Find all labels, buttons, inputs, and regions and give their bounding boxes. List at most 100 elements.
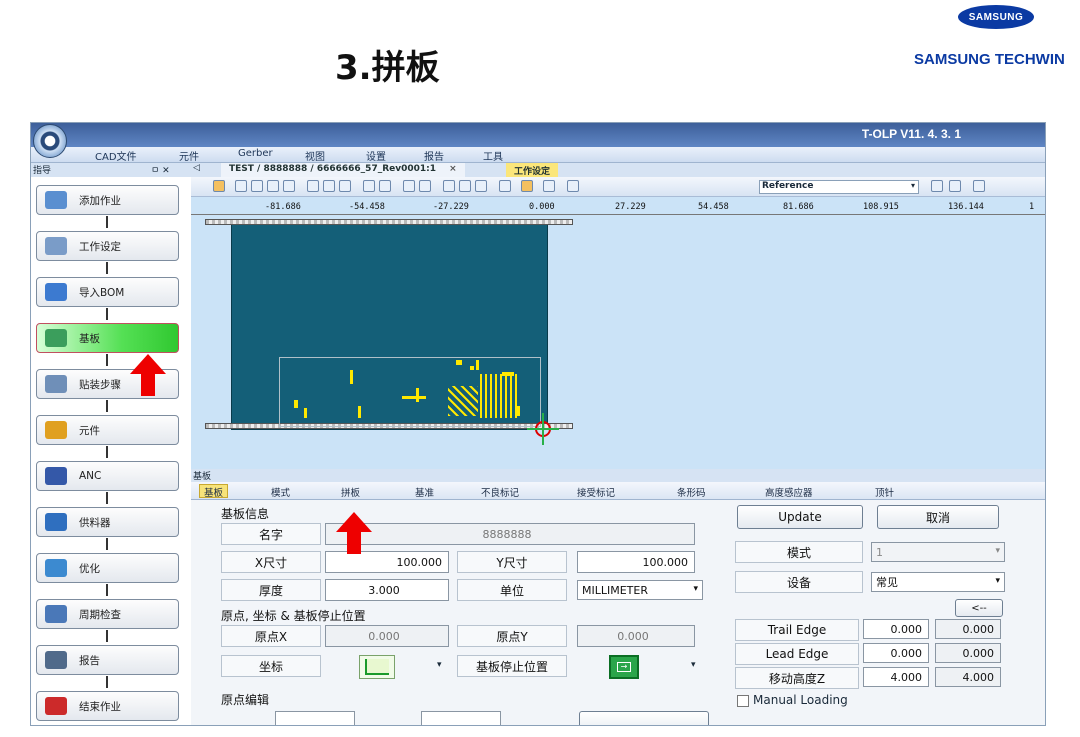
tab-accept-mark[interactable]: 接受标记 — [577, 485, 615, 499]
origin-x-field[interactable]: 0.000 — [325, 625, 449, 647]
zoom-out-icon[interactable] — [251, 180, 263, 192]
tab-backup-pin[interactable]: 顶针 — [875, 485, 894, 499]
mode-select[interactable]: 1 ▾ — [871, 542, 1005, 562]
sidebar-item-feeder[interactable]: 供料器 — [36, 507, 179, 537]
menu-settings[interactable]: 设置 — [366, 148, 386, 163]
sidebar-pin-close-icon[interactable]: ㅁ ✕ — [151, 163, 170, 176]
coordinate-axis-icon — [365, 659, 389, 675]
move-icon[interactable] — [379, 180, 391, 192]
tab-bad-mark[interactable]: 不良标记 — [481, 485, 519, 499]
origin-y-field[interactable]: 0.000 — [577, 625, 695, 647]
sidebar-item-end-job[interactable]: 结束作业 — [36, 691, 179, 721]
unit-select[interactable]: MILLIMETER ▾ — [577, 580, 703, 600]
y-size-field[interactable]: 100.000 — [577, 551, 695, 573]
origin-edit-y-field[interactable] — [421, 711, 501, 725]
flip-icon[interactable] — [475, 180, 487, 192]
export-icon[interactable] — [973, 180, 985, 192]
x-size-field[interactable]: 100.000 — [325, 551, 449, 573]
tab-height-sensor[interactable]: 高度感应器 — [765, 485, 813, 499]
layers-icon[interactable] — [499, 180, 511, 192]
sidebar-item-add-job[interactable]: 添加作业 — [36, 185, 179, 215]
sidebar-header: 指导 ㅁ ✕ — [31, 163, 191, 177]
zoom-window-icon[interactable] — [283, 180, 295, 192]
close-tab-icon[interactable]: × — [449, 164, 457, 174]
ruler-tick: 108.915 — [863, 202, 899, 212]
sidebar-item-label: 周期检查 — [79, 608, 121, 621]
origin-edit-title: 原点编辑 — [221, 693, 270, 707]
ruler-tick: 0.000 — [529, 202, 555, 212]
lead-edge-field-1[interactable]: 0.000 — [863, 643, 929, 663]
select-icon[interactable] — [307, 180, 319, 192]
tab-fiducial[interactable]: 基准 — [415, 485, 434, 499]
paste-icon[interactable] — [339, 180, 351, 192]
flow-connector — [106, 216, 108, 228]
grid-icon[interactable] — [931, 180, 943, 192]
menu-view[interactable]: 视图 — [305, 148, 325, 163]
refresh-icon[interactable] — [543, 180, 555, 192]
flow-connector — [106, 446, 108, 458]
chevron-down-icon[interactable]: ▾ — [691, 660, 696, 670]
board-icon — [45, 329, 67, 347]
info-icon[interactable] — [567, 180, 579, 192]
menu-tools[interactable]: 工具 — [483, 148, 503, 163]
rotate-icon[interactable] — [403, 180, 415, 192]
measure-icon[interactable] — [363, 180, 375, 192]
reference-select[interactable]: Reference ▾ — [759, 180, 919, 194]
app-orb-button[interactable] — [33, 124, 67, 158]
document-tab-bar: ◁ TEST / 8888888 / 6666666_57_Rev0001:1 … — [191, 163, 1045, 177]
cancel-button[interactable]: 取消 — [877, 505, 999, 529]
tab-board[interactable]: 基板 — [199, 484, 229, 499]
update-button[interactable]: Update — [737, 505, 863, 529]
sidebar-item-label: 导入BOM — [79, 286, 125, 299]
coordinate-select[interactable] — [359, 655, 395, 679]
origin-edit-button[interactable] — [579, 711, 709, 725]
tab-barcode[interactable]: 条形码 — [677, 485, 706, 499]
sidebar-item-anc[interactable]: ANC — [36, 461, 179, 491]
annotation-arrow-sidebar — [130, 354, 166, 396]
sidebar-item-cycle-check[interactable]: 周期检查 — [36, 599, 179, 629]
pan-tool-icon[interactable] — [213, 180, 225, 192]
menu-gerber[interactable]: Gerber — [238, 148, 273, 159]
origin-y-axis — [542, 413, 544, 445]
chevron-down-icon: ▾ — [995, 576, 1000, 586]
mirror-y-icon[interactable] — [459, 180, 471, 192]
sidebar-item-component[interactable]: 元件 — [36, 415, 179, 445]
device-select[interactable]: 常见 ▾ — [871, 572, 1005, 592]
mirror-x-icon[interactable] — [443, 180, 455, 192]
zoom-fit-icon[interactable] — [267, 180, 279, 192]
tab-array[interactable]: 拼板 — [341, 485, 360, 499]
end-job-icon — [45, 697, 67, 715]
origin-edit-x-field[interactable] — [275, 711, 355, 725]
manual-loading-label: Manual Loading — [753, 693, 848, 707]
chevron-down-icon[interactable]: ▾ — [437, 660, 442, 670]
sidebar-item-report[interactable]: 报告 — [36, 645, 179, 675]
sidebar-item-label: 报告 — [79, 654, 100, 667]
zoom-in-icon[interactable] — [235, 180, 247, 192]
tab-mode[interactable]: 模式 — [271, 485, 290, 499]
flow-connector — [106, 354, 108, 366]
fiducial-icon[interactable] — [419, 180, 431, 192]
tab-prev-icon[interactable]: ◁ — [193, 163, 200, 173]
sidebar-item-board[interactable]: 基板 — [36, 323, 179, 353]
menu-report[interactable]: 报告 — [424, 148, 444, 163]
trail-edge-field-1[interactable]: 0.000 — [863, 619, 929, 639]
menu-cad-file[interactable]: CAD文件 — [95, 148, 137, 163]
tab-job-settings[interactable]: 工作设定 — [506, 163, 559, 177]
move-height-field-1[interactable]: 4.000 — [863, 667, 929, 687]
back-button[interactable]: <-- — [955, 599, 1003, 617]
name-label: 名字 — [221, 523, 321, 545]
window-icon[interactable] — [949, 180, 961, 192]
sidebar-item-job-settings[interactable]: 工作设定 — [36, 231, 179, 261]
menu-component[interactable]: 元件 — [179, 148, 199, 163]
sidebar-item-import-bom[interactable]: 导入BOM — [36, 277, 179, 307]
manual-loading-checkbox[interactable] — [737, 695, 749, 707]
stop-position-select[interactable]: → — [609, 655, 639, 679]
link-icon[interactable] — [521, 180, 533, 192]
document-tab[interactable]: TEST / 8888888 / 6666666_57_Rev0001:1 × — [221, 163, 465, 177]
sidebar-item-optimize[interactable]: 优化 — [36, 553, 179, 583]
board-canvas[interactable]: -81.686 -54.458 -27.229 0.000 27.229 54.… — [191, 197, 1045, 469]
thickness-field[interactable]: 3.000 — [325, 579, 449, 601]
origin-y-label: 原点Y — [457, 625, 567, 647]
copy-icon[interactable] — [323, 180, 335, 192]
name-field[interactable]: 8888888 — [325, 523, 695, 545]
